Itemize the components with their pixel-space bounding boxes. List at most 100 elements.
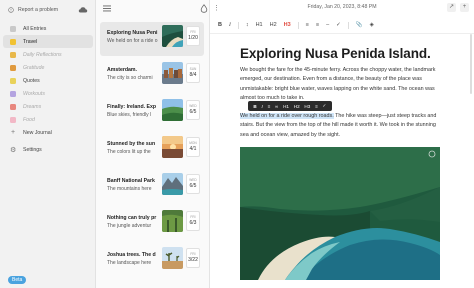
entry-date-badge: WED 6/5: [186, 100, 200, 120]
journal-quotes[interactable]: Quotes: [3, 74, 93, 87]
journal-label: Gratitude: [23, 64, 45, 71]
entry-paragraph[interactable]: We held on for a ride over rough roads. …: [240, 112, 446, 140]
report-problem-label: Report a problem: [18, 7, 59, 13]
bubble-strikethrough-icon[interactable]: ≡: [268, 104, 271, 109]
bubble-list-icon[interactable]: ≡: [315, 104, 318, 109]
entry-title: Finally: Ireland. Exp: [107, 104, 157, 110]
journal-color-swatch: [10, 25, 16, 32]
text-size-icon[interactable]: ↕: [246, 22, 249, 28]
journal-gratitude[interactable]: Gratitude: [3, 61, 93, 74]
journal-color-swatch: [10, 90, 16, 97]
settings-button[interactable]: ⚙ Settings: [10, 146, 42, 154]
bullet-list-icon[interactable]: ≡: [306, 22, 309, 28]
selection-format-bubble: B I ≡ ∞ H1 H2 H3 ≡ ✓: [248, 101, 332, 111]
entry-thumbnail: [162, 25, 183, 47]
numbered-list-icon[interactable]: ≡: [316, 22, 319, 28]
menu-icon[interactable]: [103, 5, 111, 12]
bold-button[interactable]: B: [218, 22, 222, 28]
journal-label: Travel: [23, 38, 38, 45]
entry-snippet: The city is so charmi: [107, 75, 153, 81]
tag-icon[interactable]: ◈: [370, 22, 374, 28]
beta-badge: Beta: [8, 276, 27, 284]
journal-dreams[interactable]: Dreams: [3, 100, 93, 113]
entry-thumbnail: [162, 99, 183, 121]
journal-color-swatch: [10, 38, 16, 45]
new-journal-label: New Journal: [23, 129, 52, 136]
journal-food[interactable]: Food: [3, 113, 93, 126]
gear-icon: ⚙: [10, 147, 17, 154]
entry-snippet: The colors lit up the: [107, 149, 151, 155]
settings-label: Settings: [23, 147, 42, 153]
editor-pane: ⋮ Friday, Jan 20, 2023, 8:48 PM ↗ + B I …: [210, 0, 474, 288]
attach-icon[interactable]: 📎: [356, 22, 363, 28]
quote-icon[interactable]: –: [326, 22, 329, 28]
journal-label: Quotes: [23, 77, 40, 84]
heading2-button[interactable]: H2: [270, 22, 277, 28]
journal-color-swatch: [10, 64, 16, 71]
entry-thumbnail: [162, 210, 183, 232]
entry-thumbnail: [162, 62, 183, 84]
entry-card[interactable]: Exploring Nusa Peni We held on for a rid…: [100, 22, 204, 56]
new-journal-button[interactable]: + New Journal: [3, 126, 93, 139]
formatting-toolbar: B I ↕ H1 H2 H3 ≡ ≡ – ✓ 📎 ◈: [218, 19, 381, 31]
entry-snippet: The mountains here: [107, 186, 152, 192]
toolbar-divider-line: [210, 33, 474, 34]
bubble-h3-button[interactable]: H3: [304, 104, 310, 109]
journal-list: All Entries Travel Daily Reflections Gra…: [3, 22, 93, 139]
bubble-italic-button[interactable]: I: [262, 104, 263, 109]
entry-title: Exploring Nusa Peni: [107, 30, 158, 36]
entry-thumbnail: [162, 136, 183, 158]
toolbar-divider: [297, 21, 299, 29]
bubble-link-icon[interactable]: ∞: [275, 104, 278, 109]
journal-daily-reflections[interactable]: Daily Reflections: [3, 48, 93, 61]
entry-card[interactable]: Banff National Park The mountains here W…: [100, 170, 204, 204]
entry-date-badge: SUN 8/4: [186, 63, 200, 83]
italic-button[interactable]: I: [229, 22, 231, 28]
add-entry-icon[interactable]: +: [460, 3, 469, 12]
entry-date-label: Friday, Jan 20, 2023, 8:48 PM: [307, 4, 377, 10]
toolbar-divider: [347, 21, 349, 29]
entry-snippet: The landscape here: [107, 260, 152, 266]
drop-icon[interactable]: [200, 4, 208, 13]
journal-travel[interactable]: Travel: [3, 35, 93, 48]
bubble-h2-button[interactable]: H2: [294, 104, 300, 109]
selected-text[interactable]: We held on for a ride over rough roads.: [240, 113, 334, 119]
entry-date-badge: FRI 1/20: [186, 26, 200, 46]
journal-label: All Entries: [23, 25, 47, 32]
journal-all-entries[interactable]: All Entries: [3, 22, 93, 35]
journal-workouts[interactable]: Workouts: [3, 87, 93, 100]
entry-list-pane: Exploring Nusa Peni We held on for a rid…: [96, 0, 210, 288]
bubble-bold-button[interactable]: B: [253, 104, 256, 109]
entry-card[interactable]: Nothing can truly pr The jungle adventur…: [100, 207, 204, 241]
plus-icon: +: [10, 129, 16, 136]
bubble-h1-button[interactable]: H1: [283, 104, 289, 109]
entry-date-badge: FRI 3/22: [186, 248, 200, 268]
heading1-button[interactable]: H1: [256, 22, 263, 28]
toolbar-divider: [237, 21, 239, 29]
entry-card[interactable]: Amsterdam. The city is so charmi SUN 8/4: [100, 59, 204, 93]
entry-title: Stunned by the sun: [107, 141, 156, 147]
entry-snippet: The jungle adventur: [107, 223, 152, 229]
entry-list-toolbar: [96, 0, 209, 18]
bubble-checklist-icon[interactable]: ✓: [323, 103, 327, 109]
entry-card[interactable]: Finally: Ireland. Exp Blue skies, friend…: [100, 96, 204, 130]
entry-date-badge: WED 6/5: [186, 174, 200, 194]
entry-photo[interactable]: [240, 147, 440, 280]
entry-paragraph[interactable]: We bought the fare for the 45-minute fer…: [240, 66, 446, 104]
share-icon[interactable]: ↗: [447, 3, 456, 12]
editor-scrollbar[interactable]: [470, 34, 472, 94]
entry-title: Joshua trees. The d: [107, 252, 156, 258]
entry-card[interactable]: Joshua trees. The d The landscape here F…: [100, 244, 204, 278]
entry-title-heading[interactable]: Exploring Nusa Penida Island.: [240, 46, 431, 61]
entry-card[interactable]: Stunned by the sun The colors lit up the…: [100, 133, 204, 167]
editor-header: ⋮ Friday, Jan 20, 2023, 8:48 PM ↗ +: [210, 0, 474, 16]
report-problem-link[interactable]: Report a problem: [8, 5, 58, 15]
journal-label: Food: [23, 116, 35, 123]
entry-title: Banff National Park: [107, 178, 155, 184]
journal-color-swatch: [10, 77, 16, 84]
entry-thumbnail: [162, 173, 183, 195]
entry-snippet: Blue skies, friendly l: [107, 112, 152, 118]
cloud-sync-icon[interactable]: [78, 5, 88, 15]
heading3-button[interactable]: H3: [284, 22, 291, 28]
checklist-icon[interactable]: ✓: [336, 22, 341, 28]
